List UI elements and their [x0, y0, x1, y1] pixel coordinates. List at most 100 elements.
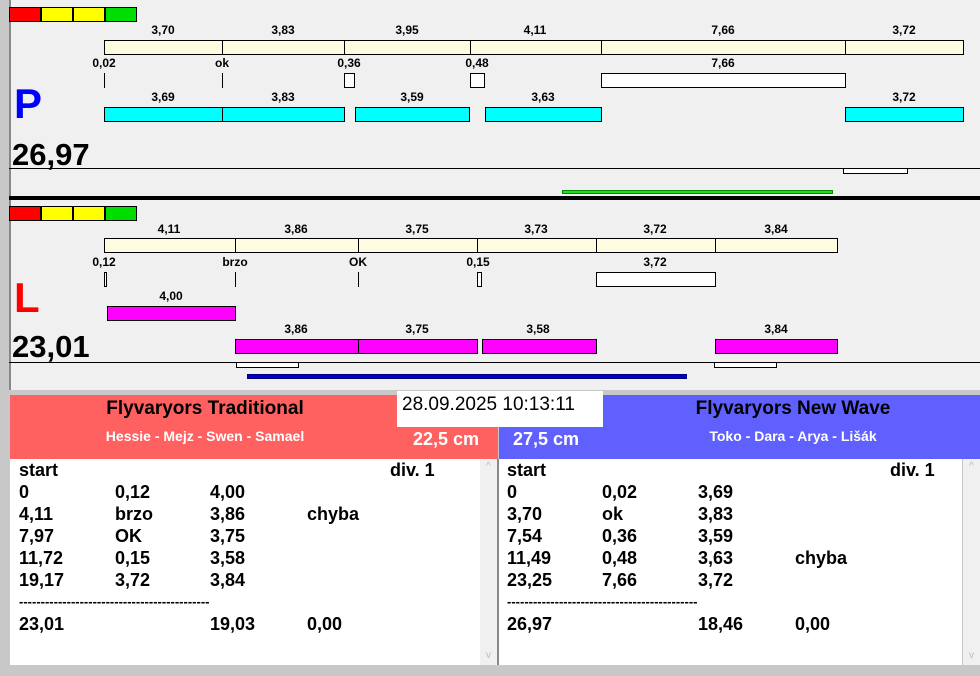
result-cell: 11,72 [19, 548, 64, 568]
total-flight: 18,46 [698, 614, 744, 634]
result-cell: 0,02 [602, 482, 638, 502]
right-distance: 27,5 cm [513, 429, 580, 449]
division-label: div. 1 [390, 460, 435, 480]
separator: ----------------------------------------… [507, 594, 698, 609]
flight-bar [715, 339, 838, 354]
total-time: 26,97 [507, 614, 553, 634]
result-cell: OK [115, 526, 142, 546]
timeline-segment [104, 238, 236, 253]
marker-box [236, 362, 299, 368]
result-cell: chyba [307, 504, 360, 524]
marker-box [714, 362, 777, 368]
result-cell: 7,97 [19, 526, 55, 546]
result-cell: ok [602, 504, 624, 524]
result-cell: 3,69 [698, 482, 734, 502]
gap-label: 0,12 [92, 255, 116, 269]
result-cell: 4,11 [19, 504, 54, 524]
gap-marker [344, 73, 355, 88]
indicator-green [105, 206, 137, 221]
flight-bar [235, 339, 359, 354]
timeline-segment [601, 40, 846, 55]
bar-label: 3,58 [526, 322, 550, 336]
timeline-segment [344, 40, 471, 55]
gap-label: 0,15 [466, 255, 490, 269]
flight-bar [104, 107, 223, 122]
right-team-members: Toko - Dara - Arya - Lišák [709, 428, 877, 444]
result-cell: 3,83 [698, 504, 734, 524]
result-cell: 0,15 [115, 548, 151, 568]
marker-box [843, 168, 908, 174]
indicator-yellow [41, 206, 73, 221]
segment-label: 3,73 [524, 222, 548, 236]
segment-label: 4,11 [157, 222, 181, 236]
flight-bar [485, 107, 602, 122]
left-team-members: Hessie - Mejz - Swen - Samael [105, 428, 305, 444]
left-scrollbar[interactable]: ^ v [480, 459, 497, 665]
baseline [9, 362, 980, 363]
flight-bar [107, 306, 236, 321]
indicator-red [9, 7, 41, 22]
result-cell: 0 [19, 482, 30, 502]
segment-label: 3,86 [284, 222, 308, 236]
gap-label: 0,02 [92, 56, 116, 70]
timeline-segment [470, 40, 602, 55]
result-cell: 3,75 [210, 526, 246, 546]
indicator-yellow [41, 7, 73, 22]
segment-label: 3,72 [643, 222, 667, 236]
start-label: start [507, 460, 547, 480]
gap-marker [470, 73, 485, 88]
gap-label: OK [349, 255, 367, 269]
gap-label: 0,48 [465, 56, 489, 70]
result-cell: 3,70 [507, 504, 543, 524]
segment-label: 3,83 [271, 23, 295, 37]
l-total: 23,01 [12, 329, 90, 364]
scroll-down-icon[interactable]: v [480, 650, 497, 661]
result-cell: 3,63 [698, 548, 734, 568]
result-cell: 0 [507, 482, 518, 502]
bar-label: 3,59 [400, 90, 424, 104]
bar-label: 4,00 [159, 289, 183, 303]
result-cell: brzo [115, 504, 153, 524]
result-cell: 23,25 [507, 570, 553, 590]
segment-label: 3,95 [395, 23, 419, 37]
timeline-area [9, 0, 980, 390]
gap-marker [358, 272, 359, 287]
segment-label: 3,75 [405, 222, 429, 236]
result-cell: 0,48 [602, 548, 638, 568]
timeline-segment [222, 40, 345, 55]
bar-label: 3,63 [531, 90, 555, 104]
result-cell: 19,17 [19, 570, 65, 590]
list-divider [497, 459, 499, 665]
indicator-yellow [73, 206, 105, 221]
flight-bar [845, 107, 964, 122]
scroll-down-icon[interactable]: v [963, 650, 980, 661]
left-distance: 22,5 cm [413, 429, 480, 449]
indicator-green [105, 7, 137, 22]
gap-label: 3,72 [643, 255, 667, 269]
left-team-name: Flyvaryors Traditional [106, 398, 304, 419]
result-cell: 7,66 [602, 570, 638, 590]
indicator-red [9, 206, 41, 221]
total-penalty: 0,00 [307, 614, 343, 634]
bar-label: 3,84 [764, 322, 788, 336]
result-cell: 3,59 [698, 526, 734, 546]
result-cell: 7,54 [507, 526, 543, 546]
flight-bar [482, 339, 597, 354]
result-cell: 0,36 [602, 526, 638, 546]
scroll-up-icon[interactable]: ^ [480, 461, 497, 472]
segment-label: 3,70 [151, 23, 175, 37]
bar-label: 3,72 [892, 90, 916, 104]
result-cell: 3,58 [210, 548, 246, 568]
right-scrollbar[interactable]: ^ v [963, 459, 980, 665]
gap-marker [596, 272, 716, 287]
panel-divider [9, 196, 980, 200]
segment-label: 3,72 [892, 23, 916, 37]
gap-marker [477, 272, 482, 287]
scroll-up-icon[interactable]: ^ [963, 461, 980, 472]
timeline-segment [596, 238, 716, 253]
timeline-segment [235, 238, 359, 253]
timeline-segment [845, 40, 964, 55]
separator: ----------------------------------------… [19, 594, 210, 609]
timeline-segment [104, 40, 223, 55]
flight-bar [358, 339, 478, 354]
